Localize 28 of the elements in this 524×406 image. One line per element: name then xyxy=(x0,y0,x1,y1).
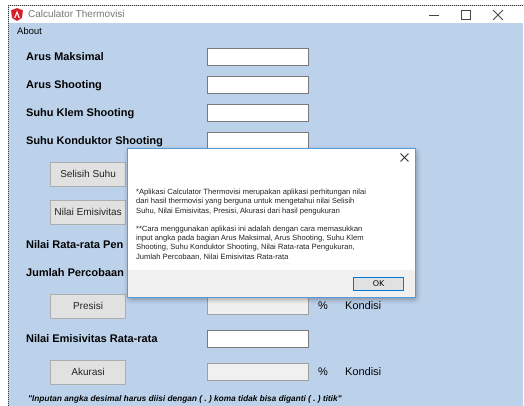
result-field[interactable] xyxy=(207,297,309,315)
close-icon[interactable] xyxy=(491,8,505,20)
status-label: Kondisi xyxy=(345,366,382,378)
field-label: Suhu Klem Shooting xyxy=(26,107,134,119)
field-label: Arus Shooting xyxy=(26,79,102,91)
unit-label: % xyxy=(318,366,329,378)
input-field[interactable] xyxy=(207,104,309,122)
calculate-button[interactable]: Selisih Suhu xyxy=(50,162,126,186)
close-icon[interactable] xyxy=(400,153,409,162)
field-label: Nilai Emisivitas Rata-rata xyxy=(26,333,158,345)
window-title: Calculator Thermovisi xyxy=(28,9,126,20)
result-field[interactable] xyxy=(207,363,309,381)
status-label: Kondisi xyxy=(345,300,382,312)
note-text: "Inputan angka desimal harus diisi dengan ( . ) koma tidak bisa diganti ( . ) titik" xyxy=(27,393,343,403)
ok-button[interactable]: OK xyxy=(353,276,404,291)
field-label: Nilai Rata-rata Pen xyxy=(26,239,124,251)
calculate-button[interactable]: Akurasi xyxy=(50,360,126,384)
field-label: Arus Maksimal xyxy=(26,51,104,63)
menu-item[interactable]: About xyxy=(17,26,42,36)
field-label: Jumlah Percobaan xyxy=(26,267,124,279)
calculate-button[interactable]: Nilai Emisivitas xyxy=(50,200,126,224)
maximize-icon[interactable] xyxy=(459,8,473,20)
calculate-button[interactable]: Presisi xyxy=(50,294,126,318)
input-field[interactable] xyxy=(207,48,309,66)
unit-label: % xyxy=(318,300,329,312)
input-field[interactable] xyxy=(207,330,309,348)
field-label: Suhu Konduktor Shooting xyxy=(26,135,163,147)
input-field[interactable] xyxy=(207,76,309,94)
